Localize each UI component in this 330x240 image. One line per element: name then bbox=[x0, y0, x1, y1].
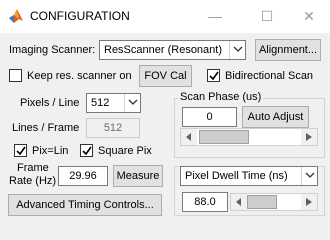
pix-eq-lin-label: Pix=Lin bbox=[32, 145, 69, 157]
lines-per-frame-field: 512 bbox=[86, 118, 140, 138]
matlab-app-icon bbox=[9, 9, 23, 23]
advanced-timing-controls-button[interactable]: Advanced Timing Controls... bbox=[8, 194, 162, 216]
pixels-per-line-value: 512 bbox=[91, 97, 110, 109]
alignment-button[interactable]: Alignment... bbox=[255, 39, 321, 61]
pixel-dwell-field[interactable]: 88.0 bbox=[182, 192, 228, 212]
maximize-button[interactable]: ☐ bbox=[250, 0, 284, 33]
measure-button[interactable]: Measure bbox=[113, 165, 163, 187]
square-pix-checkbox[interactable] bbox=[80, 144, 93, 157]
pixel-dwell-dropdown-value: Pixel Dwell Time (ns) bbox=[185, 170, 288, 182]
chevron-down-icon bbox=[229, 41, 245, 59]
imaging-scanner-value: ResScanner (Resonant) bbox=[104, 44, 223, 56]
scan-phase-field[interactable]: 0 bbox=[182, 107, 237, 127]
fov-cal-button[interactable]: FOV Cal bbox=[139, 65, 192, 87]
imaging-scanner-dropdown[interactable]: ResScanner (Resonant) bbox=[99, 40, 246, 60]
slider-right-arrow-icon[interactable] bbox=[301, 129, 317, 145]
pix-eq-lin-checkbox[interactable] bbox=[14, 144, 27, 157]
frame-rate-label-line2: Rate (Hz) bbox=[9, 175, 57, 187]
checkmark-icon bbox=[82, 146, 92, 156]
checkmark-icon bbox=[16, 146, 26, 156]
slider-left-arrow-icon[interactable] bbox=[231, 194, 247, 210]
slider-left-arrow-icon[interactable] bbox=[181, 129, 197, 145]
pixels-per-line-label: Pixels / Line bbox=[20, 97, 80, 109]
window-title: CONFIGURATION bbox=[30, 9, 130, 23]
slider-right-arrow-icon[interactable] bbox=[301, 194, 317, 210]
imaging-scanner-label: Imaging Scanner: bbox=[9, 44, 96, 56]
frame-rate-label-line1: Frame bbox=[17, 162, 49, 174]
auto-adjust-button[interactable]: Auto Adjust bbox=[242, 106, 309, 128]
square-pix-label: Square Pix bbox=[98, 145, 152, 157]
close-button[interactable]: ✕ bbox=[292, 0, 326, 33]
pixel-dwell-dropdown[interactable]: Pixel Dwell Time (ns) bbox=[180, 166, 318, 186]
pixels-per-line-dropdown[interactable]: 512 bbox=[86, 93, 141, 113]
bidirectional-scan-label: Bidirectional Scan bbox=[225, 70, 314, 82]
chevron-down-icon bbox=[124, 94, 140, 112]
pixel-dwell-slider[interactable] bbox=[230, 193, 318, 211]
minimize-button[interactable]: — bbox=[198, 0, 232, 33]
bidirectional-scan-checkbox[interactable] bbox=[207, 69, 220, 82]
keep-res-scanner-label: Keep res. scanner on bbox=[27, 70, 132, 82]
checkmark-icon bbox=[209, 71, 219, 81]
slider-thumb[interactable] bbox=[199, 130, 249, 144]
scan-phase-slider[interactable] bbox=[180, 128, 318, 146]
slider-thumb[interactable] bbox=[247, 195, 277, 209]
title-bar: CONFIGURATION — ☐ ✕ bbox=[0, 0, 330, 33]
frame-rate-field[interactable]: 29.96 bbox=[58, 166, 108, 186]
lines-per-frame-label: Lines / Frame bbox=[12, 122, 80, 134]
keep-res-scanner-checkbox[interactable] bbox=[9, 69, 22, 82]
scan-phase-group-title: Scan Phase (us) bbox=[178, 91, 264, 103]
chevron-down-icon bbox=[301, 167, 317, 185]
